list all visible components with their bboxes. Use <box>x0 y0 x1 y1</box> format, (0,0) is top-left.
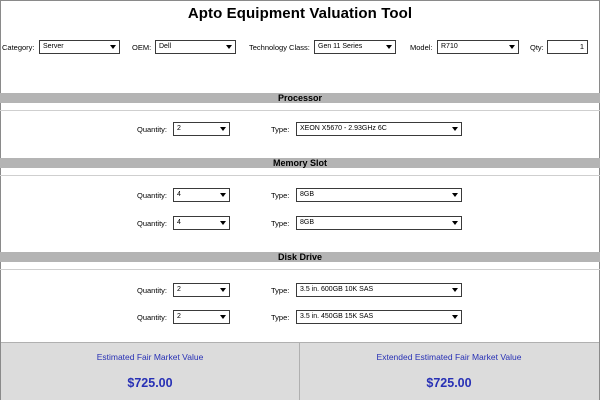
filter-bar: Category: Server OEM: Dell Technology Cl… <box>0 40 600 58</box>
disk-quantity-select[interactable]: 2 <box>173 310 230 324</box>
chevron-down-icon <box>386 45 392 49</box>
model-value: R710 <box>441 43 458 50</box>
disk-quantity-select[interactable]: 2 <box>173 283 230 297</box>
section-divider <box>0 269 600 270</box>
type-label: Type: <box>271 125 290 134</box>
qty-input[interactable]: 1 <box>547 40 588 54</box>
valuation-summary: Estimated Fair Market Value $725.00 Exte… <box>1 342 599 400</box>
category-select[interactable]: Server <box>39 40 120 54</box>
category-value: Server <box>43 43 64 50</box>
memory-quantity-value: 4 <box>177 191 181 198</box>
disk-quantity-value: 2 <box>177 313 181 320</box>
chevron-down-icon <box>226 45 232 49</box>
chevron-down-icon <box>220 288 226 292</box>
section-divider <box>0 110 600 111</box>
model-label: Model: <box>410 43 433 52</box>
type-label: Type: <box>271 313 290 322</box>
ext-fmv-value: $725.00 <box>426 376 472 390</box>
chevron-down-icon <box>220 193 226 197</box>
model-select[interactable]: R710 <box>437 40 519 54</box>
disk-type-select[interactable]: 3.5 in. 450GB 15K SAS <box>296 310 462 324</box>
ext-fmv-label: Extended Estimated Fair Market Value <box>376 352 522 362</box>
qty-label: Qty: <box>530 43 544 52</box>
chevron-down-icon <box>452 193 458 197</box>
quantity-label: Quantity: <box>137 286 168 295</box>
chevron-down-icon <box>509 45 515 49</box>
chevron-down-icon <box>220 127 226 131</box>
type-label: Type: <box>271 219 290 228</box>
page-title: Apto Equipment Valuation Tool <box>187 5 413 22</box>
category-label: Category: <box>2 43 35 52</box>
type-label: Type: <box>271 191 290 200</box>
chevron-down-icon <box>452 315 458 319</box>
type-label: Type: <box>271 286 290 295</box>
tech-class-value: Gen 11 Series <box>318 43 363 50</box>
processor-type-value: XEON X5670 - 2.93GHz 6C <box>300 125 387 132</box>
processor-type-select[interactable]: XEON X5670 - 2.93GHz 6C <box>296 122 462 136</box>
tech-class-label: Technology Class: <box>249 43 310 52</box>
disk-type-value: 3.5 in. 450GB 15K SAS <box>300 313 374 320</box>
quantity-label: Quantity: <box>137 191 168 200</box>
processor-quantity-select[interactable]: 2 <box>173 122 230 136</box>
chevron-down-icon <box>220 315 226 319</box>
fmv-value: $725.00 <box>127 376 173 390</box>
memory-quantity-select[interactable]: 4 <box>173 216 230 230</box>
memory-type-value: 8GB <box>300 191 315 198</box>
chevron-down-icon <box>220 221 226 225</box>
processor-section-title: Processor <box>277 93 323 103</box>
oem-label: OEM: <box>132 43 152 52</box>
chevron-down-icon <box>452 221 458 225</box>
oem-value: Dell <box>159 43 172 50</box>
section-divider <box>0 175 600 176</box>
memory-type-select[interactable]: 8GB <box>296 188 462 202</box>
memory-type-value: 8GB <box>300 219 315 226</box>
chevron-down-icon <box>110 45 116 49</box>
memory-quantity-value: 4 <box>177 219 181 226</box>
tech-class-select[interactable]: Gen 11 Series <box>314 40 396 54</box>
quantity-label: Quantity: <box>137 313 168 322</box>
disk-type-select[interactable]: 3.5 in. 600GB 10K SAS <box>296 283 462 297</box>
quantity-label: Quantity: <box>137 219 168 228</box>
fmv-label: Estimated Fair Market Value <box>96 352 204 362</box>
quantity-label: Quantity: <box>137 125 168 134</box>
disk-type-value: 3.5 in. 600GB 10K SAS <box>300 286 374 293</box>
memory-section-title: Memory Slot <box>272 158 327 168</box>
processor-quantity-value: 2 <box>177 125 181 132</box>
chevron-down-icon <box>452 288 458 292</box>
disk-section-title: Disk Drive <box>277 252 323 262</box>
memory-type-select[interactable]: 8GB <box>296 216 462 230</box>
memory-quantity-select[interactable]: 4 <box>173 188 230 202</box>
disk-quantity-value: 2 <box>177 286 181 293</box>
chevron-down-icon <box>452 127 458 131</box>
oem-select[interactable]: Dell <box>155 40 236 54</box>
